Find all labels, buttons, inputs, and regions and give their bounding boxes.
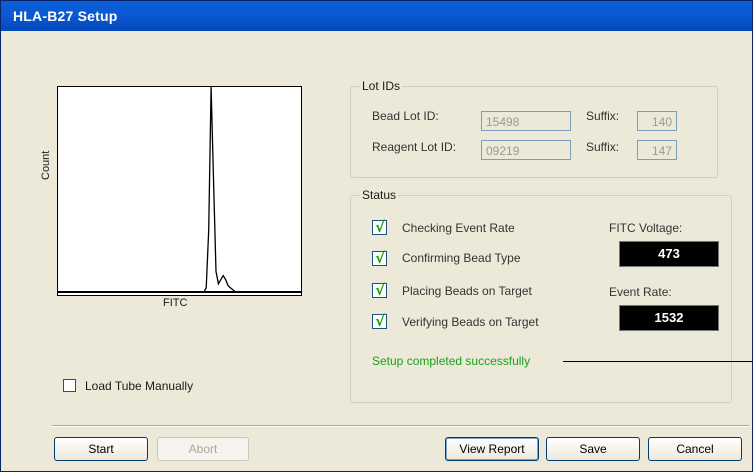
histogram-trace (58, 87, 301, 293)
status-message: Setup completed successfully (372, 354, 531, 368)
step-checkbox-1: √ (372, 218, 387, 236)
load-tube-label: Load Tube Manually (85, 379, 194, 393)
step-checkbox-2: √ (372, 249, 387, 267)
check-icon: √ (375, 249, 386, 267)
check-icon: √ (375, 281, 386, 299)
step-label-2: Confirming Bead Type (402, 251, 521, 265)
event-rate-value: 1532 (619, 305, 719, 331)
cancel-button[interactable]: Cancel (648, 437, 742, 461)
lot-ids-group: Lot IDs (350, 79, 718, 178)
histogram-plot (57, 86, 302, 296)
bead-suffix-label: Suffix: (586, 109, 620, 123)
step-label-1: Checking Event Rate (402, 221, 515, 235)
start-button[interactable]: Start (54, 437, 148, 461)
histogram-y-label: Count (40, 150, 52, 180)
step-checkbox-3: √ (372, 281, 387, 299)
divider (52, 425, 749, 427)
bead-lot-label: Bead Lot ID: (372, 109, 439, 123)
step-label-3: Placing Beads on Target (402, 284, 532, 298)
lot-ids-legend: Lot IDs (360, 79, 403, 93)
status-legend: Status (360, 188, 399, 202)
step-label-4: Verifying Beads on Target (402, 315, 539, 329)
save-button[interactable]: Save (546, 437, 640, 461)
histogram-svg (58, 87, 301, 293)
reagent-lot-label: Reagent Lot ID: (372, 140, 457, 154)
fitc-voltage-label: FITC Voltage: (609, 221, 683, 235)
bead-lot-field[interactable]: 15498 (481, 111, 571, 131)
histogram-x-label: FITC (163, 297, 188, 309)
reagent-suffix-field[interactable]: 147 (637, 140, 677, 160)
fitc-voltage-value: 473 (619, 241, 719, 267)
abort-button[interactable]: Abort (157, 437, 249, 461)
title-bar: HLA-B27 Setup (1, 1, 752, 31)
reagent-suffix-label: Suffix: (586, 140, 620, 154)
check-icon: √ (375, 312, 386, 330)
event-rate-label: Event Rate: (609, 285, 672, 299)
check-icon: √ (375, 218, 386, 236)
callout-line (563, 361, 753, 362)
bead-suffix-field[interactable]: 140 (637, 111, 677, 131)
window-title: HLA-B27 Setup (13, 8, 118, 24)
load-tube-checkbox[interactable] (63, 379, 76, 392)
view-report-button[interactable]: View Report (445, 437, 539, 461)
step-checkbox-4: √ (372, 312, 387, 330)
reagent-lot-field[interactable]: 09219 (481, 140, 571, 160)
